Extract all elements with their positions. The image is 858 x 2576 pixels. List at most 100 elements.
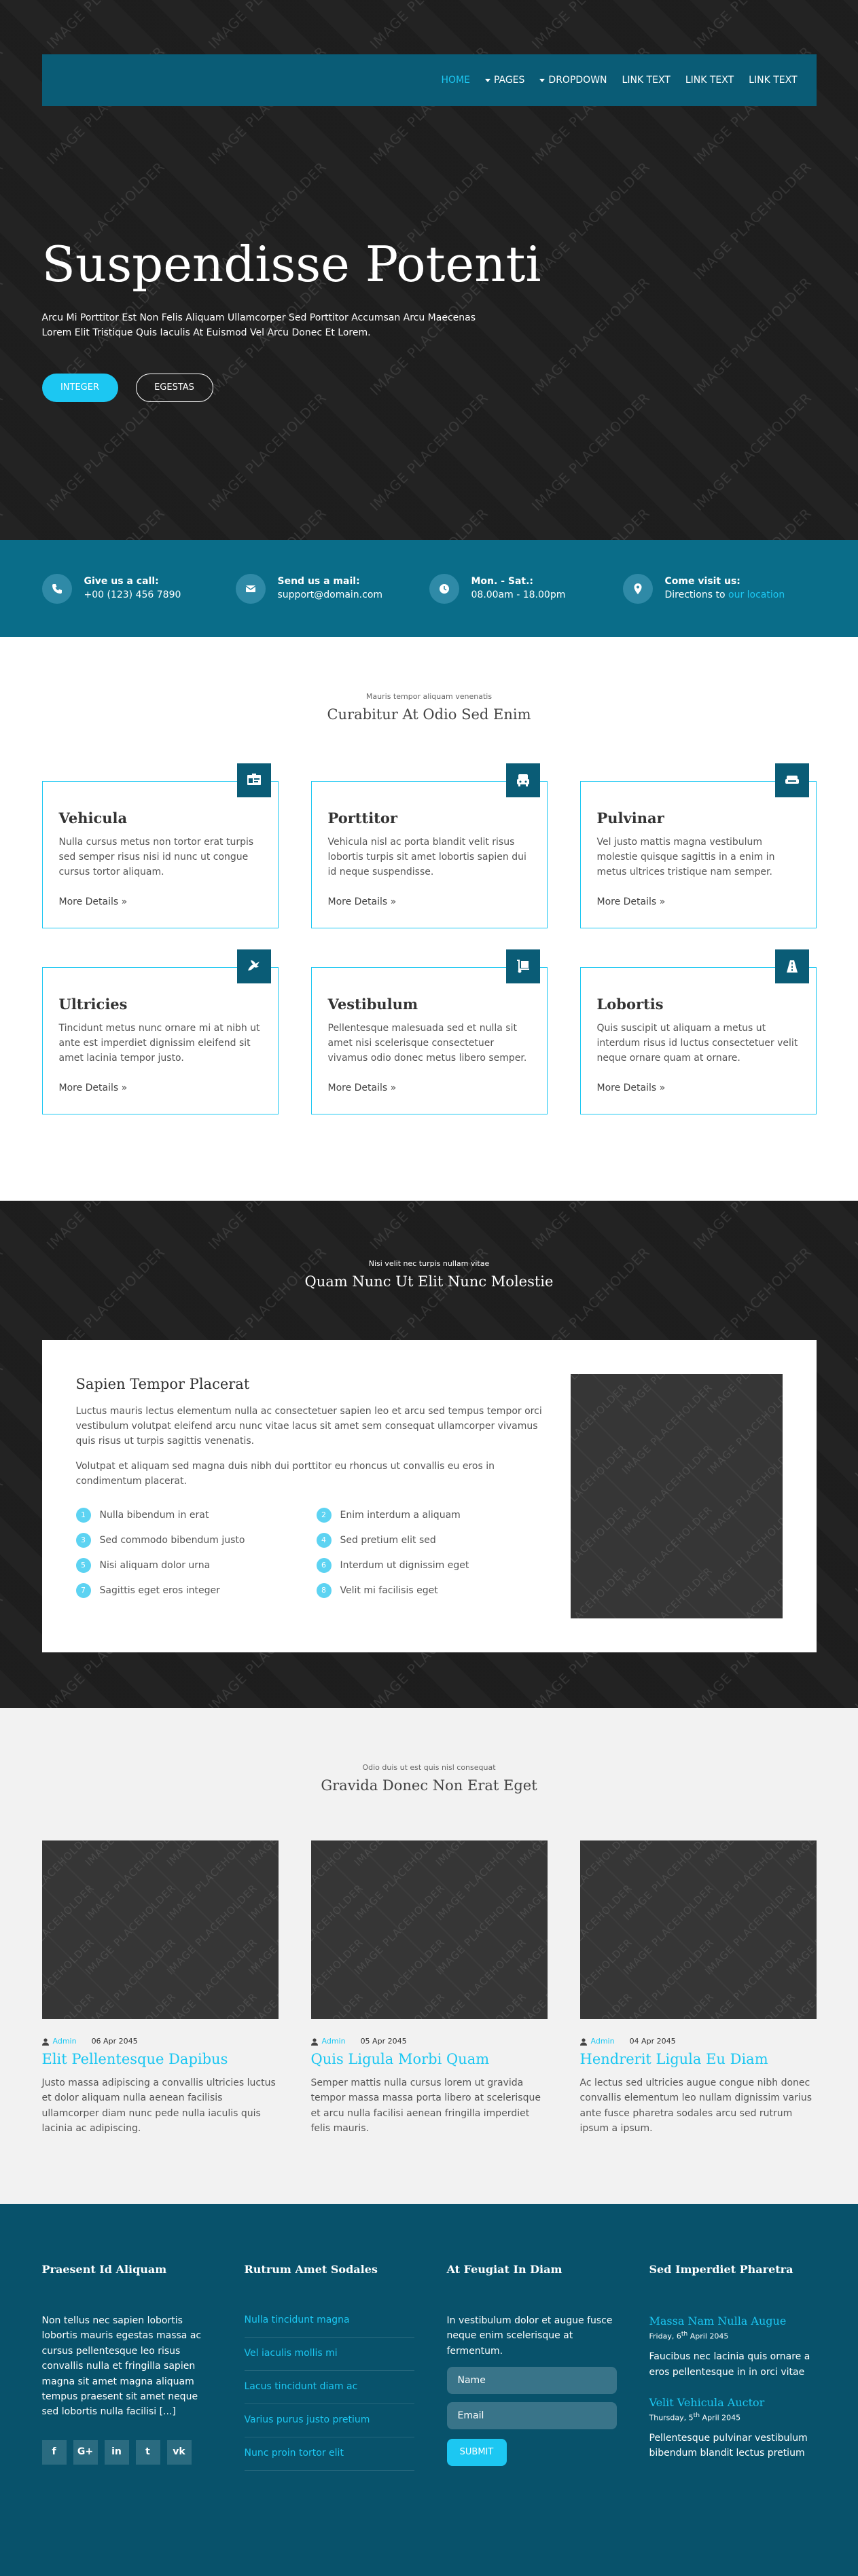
more-details-link[interactable]: More Details » [597,895,800,909]
watermark-text: IMAGE PLACEHOLDER [0,0,8,54]
social-links: f G+ in t vk [41,2439,245,2465]
twitter-icon[interactable]: t [135,2439,160,2465]
list-item-text: Nulla bibendum in erat [99,1509,209,1521]
email-input[interactable]: Email [446,2402,617,2430]
post-meta: Admin 06 Apr 2045 [41,2036,279,2048]
vk-icon[interactable]: vk [166,2439,192,2465]
watermark-text: IMAGE PLACEHOLDER [580,1989,636,2019]
footer-link[interactable]: Vel iaculis mollis mi [244,2338,414,2371]
watermark-text: IMAGE PLACEHOLDER [851,1359,858,1484]
user-icon [310,2038,318,2046]
footer: Praesent Id Aliquam Non tellus nec sapie… [0,2204,858,2576]
watermark-text: IMAGE PLACEHOLDER [689,1704,817,1708]
watermark-text: IMAGE PLACEHOLDER [571,1374,630,1417]
watermark-text: IMAGE PLACEHOLDER [702,1840,798,1923]
footer-col-about: Praesent Id Aliquam Non tellus nec sapie… [41,2262,245,2476]
nav-label: PAGES [493,74,525,86]
more-details-link[interactable]: More Details » [328,1081,531,1095]
watermark-text: IMAGE PLACEHOLDER [514,1881,548,1978]
watermark-text: IMAGE PLACEHOLDER [163,1840,261,1870]
post-title[interactable]: Elit Pellentesque Dapibus [42,2049,279,2071]
post-author[interactable]: Admin [591,2036,615,2048]
nav-item-home[interactable]: HOME [441,73,469,88]
integer-button[interactable]: INTEGER [41,374,118,402]
post-author[interactable]: Admin [322,2036,346,2048]
nav-item-pages[interactable]: PAGES [484,73,525,88]
list-item-text: Sed commodo bibendum justo [99,1534,245,1546]
post-title[interactable]: Quis Ligula Morbi Quam [311,2049,548,2071]
nav-label: HOME [441,74,470,86]
more-details-link[interactable]: More Details » [59,1081,262,1095]
service-title: Porttitor [327,810,397,827]
news-title[interactable]: Massa Nam Nulla Augue [649,2313,817,2329]
watermark-text: IMAGE PLACEHOLDER [702,1936,798,2019]
footer-col3-text: In vestibulum dolor et augue fusce neque… [446,2315,613,2357]
more-details-link[interactable]: More Details » [328,895,531,909]
contact-item: Mon. - Sat.: 08.00am - 18.00pm [429,573,623,604]
number-badge: 3 [75,1533,91,1548]
services-grid: Vehicula Nulla cursus metus non tortor er… [41,763,817,1114]
footer-link[interactable]: Nunc proin tortor elit [244,2437,414,2471]
about-title: Quam Nunc Ut Elit Nunc Molestie [304,1273,554,1290]
facebook-icon[interactable]: f [41,2439,67,2465]
watermark-text: IMAGE PLACEHOLDER [204,1704,332,1708]
about-list-item: 1 Nulla bibendum in erat [75,1508,317,1523]
post-title[interactable]: Hendrerit Ligula Eu Diam [580,2049,817,2071]
post-author[interactable]: Admin [53,2036,77,2048]
more-details-link[interactable]: More Details » [597,1081,800,1095]
submit-button[interactable]: SUBMIT [446,2439,507,2467]
watermark-text: IMAGE PLACEHOLDER [351,1936,448,2019]
number-badge: 1 [75,1508,91,1523]
watermark-text: IMAGE PLACEHOLDER [42,1704,170,1708]
post-image-placeholder[interactable]: IMAGE PLACEHOLDERIMAGE PLACEHOLDERIMAGE … [579,1840,817,2019]
watermark-text: IMAGE PLACEHOLDER [0,503,8,540]
egestas-button[interactable]: EGESTAS [135,374,213,402]
footer-col-links: Rutrum Amet Sodales Nulla tincidunt magn… [244,2262,447,2476]
footer-col3-title: At Feugiat In Diam [446,2263,562,2276]
footer-link[interactable]: Lacus tincidunt diam ac [244,2371,414,2404]
watermark-text: IMAGE PLACEHOLDER [433,1936,529,2019]
nav-item-link-text[interactable]: LINK TEXT [622,73,671,88]
watermark-text: IMAGE PLACEHOLDER [620,1936,717,2019]
clock-icon [429,573,459,604]
linkedin-icon[interactable]: in [104,2439,129,2465]
watermark-text: IMAGE PLACEHOLDER [783,1936,817,2019]
watermark-text: IMAGE PLACEHOLDER [164,1936,260,2019]
footer-link[interactable]: Varius purus justo pretium [244,2404,414,2437]
footer-col-newsletter: At Feugiat In Diam In vestibulum dolor e… [446,2262,649,2476]
nav-item-dropdown[interactable]: DROPDOWN [539,73,607,88]
number-badge: 5 [75,1558,91,1574]
contact-title: Mon. - Sat.: [471,575,534,587]
more-details-link[interactable]: More Details » [59,895,262,909]
watermark-text: IMAGE PLACEHOLDER [620,1881,717,1978]
watermark-text: IMAGE PLACEHOLDER [851,1704,858,1708]
number-badge: 7 [75,1583,91,1599]
watermark-text: IMAGE PLACEHOLDER [351,1840,448,1870]
service-card: Pulvinar Vel justo mattis magna vestibulu… [579,763,817,928]
post-image-placeholder[interactable]: IMAGE PLACEHOLDERIMAGE PLACEHOLDERIMAGE … [41,1840,279,2019]
about-list-item: 4 Sed pretium elit sed [316,1533,541,1548]
nav-item-link-text[interactable]: LINK TEXT [749,73,797,88]
name-input[interactable]: Name [446,2367,617,2395]
nav-label: DROPDOWN [548,74,607,86]
navbar: HOME PAGES DROPDOWN LINK TEXT LINK TEXT LINK … [41,54,817,106]
footer-link[interactable]: Nulla tincidunt magna [244,2313,414,2338]
nav-item-link-text[interactable]: LINK TEXT [685,73,734,88]
watermark-text: IMAGE PLACEHOLDER [580,1840,636,1870]
hero-buttons: INTEGER EGESTAS [41,374,213,402]
watermark-text: IMAGE PLACEHOLDER [851,503,858,540]
watermark-text: IMAGE PLACEHOLDER [620,1381,716,1477]
google-plus-icon[interactable]: G+ [73,2439,98,2465]
image-watermark: IMAGE PLACEHOLDERIMAGE PLACEHOLDERIMAGE … [311,1840,548,2019]
location-link[interactable]: our location [728,589,785,600]
location-pin-icon [622,573,653,604]
post-image-placeholder[interactable]: IMAGE PLACEHOLDERIMAGE PLACEHOLDERIMAGE … [310,1840,548,2019]
news-title[interactable]: Velit Vehicula Auctor [649,2395,817,2411]
post-excerpt: Ac lectus sed ultricies augue congue nib… [579,2078,812,2135]
watermark-text: IMAGE PLACEHOLDER [851,1201,858,1254]
watermark-text: IMAGE PLACEHOLDER [851,1244,858,1368]
service-card: Lobortis Quis suscipit ut aliquam a metus… [579,949,817,1114]
service-text: Vehicula nisl ac porta blandit velit ris… [327,836,526,878]
watermark-text: IMAGE PLACEHOLDER [163,1989,261,2019]
watermark-text: IMAGE PLACEHOLDER [245,1989,278,2019]
